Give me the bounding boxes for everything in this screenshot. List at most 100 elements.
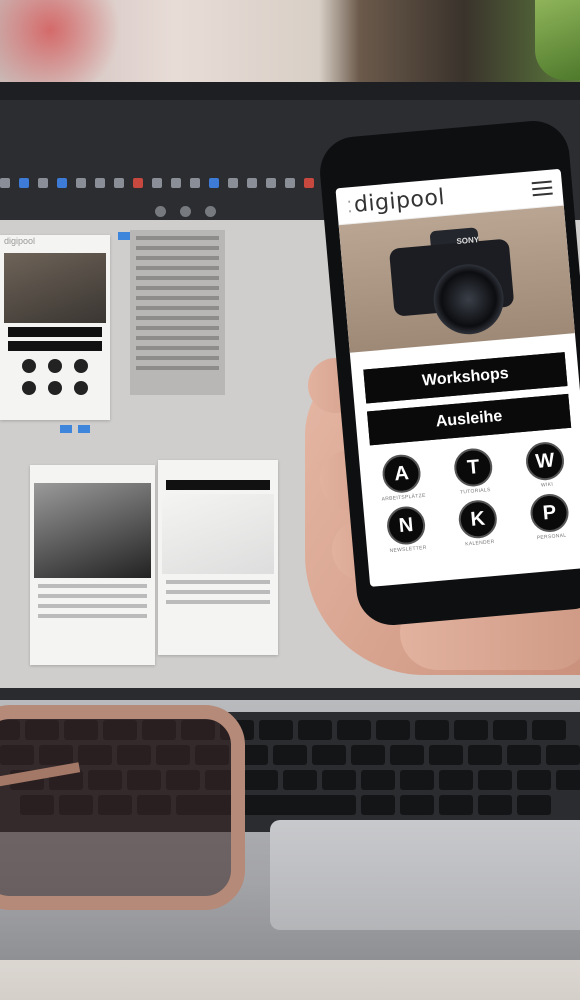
key[interactable] bbox=[532, 720, 566, 740]
key[interactable] bbox=[244, 770, 278, 790]
key[interactable] bbox=[454, 720, 488, 740]
layer-item[interactable] bbox=[136, 266, 219, 270]
key[interactable] bbox=[439, 795, 473, 815]
mockup-text bbox=[38, 604, 147, 608]
layer-item[interactable] bbox=[136, 326, 219, 330]
tool-icon[interactable] bbox=[180, 206, 191, 217]
tool-icon[interactable] bbox=[190, 178, 200, 188]
key[interactable] bbox=[478, 770, 512, 790]
key[interactable] bbox=[337, 720, 371, 740]
selection-handle[interactable] bbox=[60, 425, 72, 433]
key[interactable] bbox=[493, 720, 527, 740]
key[interactable] bbox=[429, 745, 463, 765]
key[interactable] bbox=[517, 770, 551, 790]
category-grid: A ARBEITSPLÄTZE T TUTORIALS W WIKI N NEW… bbox=[359, 435, 580, 562]
app-logo[interactable]: ⁚digipool bbox=[346, 184, 446, 217]
laptop-trackpad[interactable] bbox=[270, 820, 580, 930]
layer-item[interactable] bbox=[136, 356, 219, 360]
key[interactable] bbox=[556, 770, 580, 790]
category-tutorials[interactable]: T TUTORIALS bbox=[439, 446, 509, 498]
category-wiki[interactable]: W WIKI bbox=[510, 439, 580, 491]
tool-icon[interactable] bbox=[205, 206, 216, 217]
key[interactable] bbox=[298, 720, 332, 740]
tool-icon[interactable] bbox=[304, 178, 314, 188]
selection-handle[interactable] bbox=[118, 232, 130, 240]
tool-icon[interactable] bbox=[247, 178, 257, 188]
layer-item[interactable] bbox=[136, 276, 219, 280]
category-personal[interactable]: P PERSONAL bbox=[515, 491, 580, 543]
toolbar-icons bbox=[0, 178, 333, 192]
selection-handle[interactable] bbox=[78, 425, 90, 433]
mockup-text bbox=[38, 614, 147, 618]
layer-item[interactable] bbox=[136, 336, 219, 340]
key[interactable] bbox=[439, 770, 473, 790]
mockup-circles bbox=[0, 359, 110, 373]
key[interactable] bbox=[283, 770, 317, 790]
key[interactable] bbox=[273, 745, 307, 765]
tool-icon[interactable] bbox=[133, 178, 143, 188]
key[interactable] bbox=[468, 745, 502, 765]
mockup-ausleihe[interactable] bbox=[158, 460, 278, 655]
layer-item[interactable] bbox=[136, 286, 219, 290]
mockup-bar bbox=[166, 480, 270, 490]
tool-icon[interactable] bbox=[76, 178, 86, 188]
tool-icon[interactable] bbox=[228, 178, 238, 188]
layer-item[interactable] bbox=[136, 366, 219, 370]
mockup-circle bbox=[74, 381, 88, 395]
key[interactable] bbox=[400, 795, 434, 815]
mockup-bar-workshops bbox=[8, 327, 102, 337]
layer-item[interactable] bbox=[136, 316, 219, 320]
tool-icon[interactable] bbox=[57, 178, 67, 188]
key[interactable] bbox=[351, 745, 385, 765]
layer-item[interactable] bbox=[136, 246, 219, 250]
key[interactable] bbox=[400, 770, 434, 790]
layer-item[interactable] bbox=[136, 296, 219, 300]
tool-icon[interactable] bbox=[114, 178, 124, 188]
tool-icon[interactable] bbox=[285, 178, 295, 188]
layers-panel[interactable] bbox=[130, 230, 225, 395]
layer-item[interactable] bbox=[136, 306, 219, 310]
mockup-photo bbox=[34, 483, 151, 578]
category-arbeitsplaetze[interactable]: A ARBEITSPLÄTZE bbox=[367, 452, 437, 504]
tool-icon[interactable] bbox=[171, 178, 181, 188]
smartphone: ⁚digipool SONY Workshops Ausleihe A ARBE bbox=[317, 118, 580, 628]
mockup-circle bbox=[22, 381, 36, 395]
key[interactable] bbox=[478, 795, 512, 815]
tool-icon[interactable] bbox=[155, 206, 166, 217]
tool-icon[interactable] bbox=[19, 178, 29, 188]
tool-icon[interactable] bbox=[152, 178, 162, 188]
mockup-home[interactable]: digipool bbox=[0, 235, 110, 420]
key[interactable] bbox=[415, 720, 449, 740]
category-kalender[interactable]: K KALENDER bbox=[443, 497, 513, 549]
key[interactable] bbox=[361, 770, 395, 790]
key[interactable] bbox=[376, 720, 410, 740]
key[interactable] bbox=[546, 745, 580, 765]
key[interactable] bbox=[322, 770, 356, 790]
mockup-camera-photo bbox=[4, 253, 106, 323]
layer-item[interactable] bbox=[136, 346, 219, 350]
key[interactable] bbox=[361, 795, 395, 815]
mockup-circle bbox=[22, 359, 36, 373]
mockup-text bbox=[166, 600, 270, 604]
hamburger-menu-icon[interactable] bbox=[531, 180, 553, 197]
phone-screen[interactable]: ⁚digipool SONY Workshops Ausleihe A ARBE bbox=[335, 168, 580, 587]
tool-icon[interactable] bbox=[95, 178, 105, 188]
tool-icon[interactable] bbox=[266, 178, 276, 188]
key[interactable] bbox=[390, 745, 424, 765]
category-letter: A bbox=[380, 453, 423, 495]
category-letter: P bbox=[528, 492, 571, 534]
key[interactable] bbox=[259, 720, 293, 740]
tool-icon[interactable] bbox=[0, 178, 10, 188]
category-newsletter[interactable]: N NEWSLETTER bbox=[372, 504, 442, 556]
key[interactable] bbox=[517, 795, 551, 815]
category-letter: K bbox=[457, 498, 499, 540]
tool-icon[interactable] bbox=[209, 178, 219, 188]
key[interactable] bbox=[312, 745, 346, 765]
mockup-circle bbox=[48, 381, 62, 395]
tool-icon[interactable] bbox=[38, 178, 48, 188]
layer-item[interactable] bbox=[136, 236, 219, 240]
key[interactable] bbox=[507, 745, 541, 765]
mockup-workshops[interactable] bbox=[30, 465, 155, 665]
layer-item[interactable] bbox=[136, 256, 219, 260]
toolbar-secondary bbox=[155, 206, 216, 217]
